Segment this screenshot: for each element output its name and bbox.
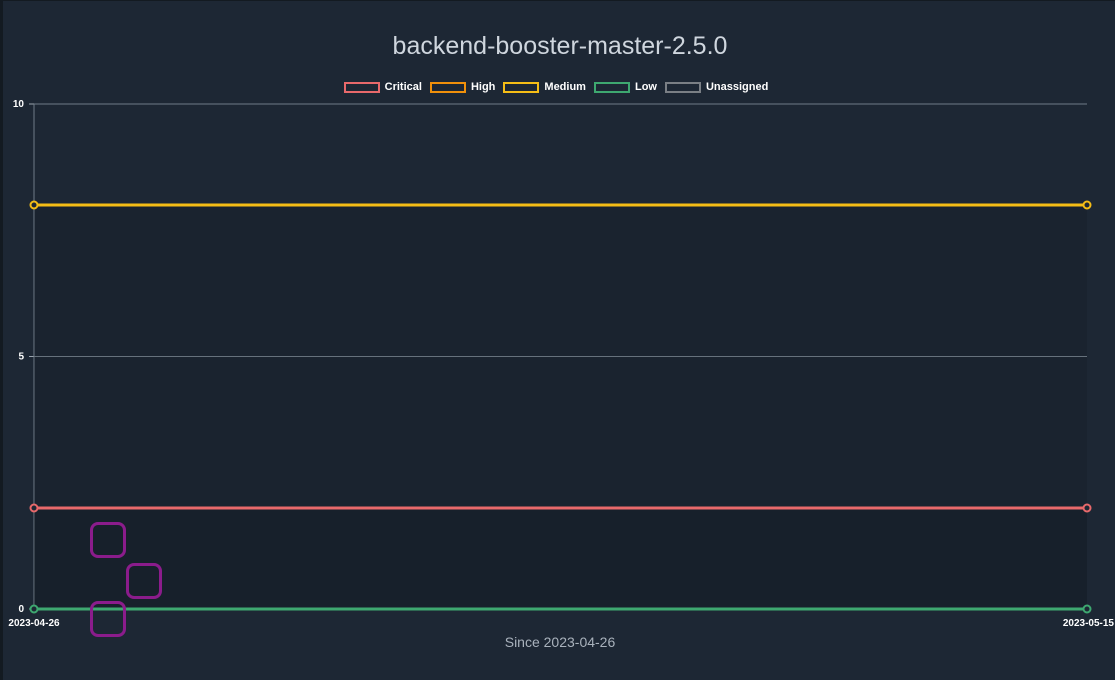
y-tick-label: 0 — [18, 604, 24, 615]
data-point-critical — [1082, 503, 1092, 513]
y-tick-label: 10 — [13, 99, 25, 110]
data-point-medium — [1082, 200, 1092, 210]
x-tick-label: 2023-05-15 — [1063, 618, 1115, 629]
data-point-medium — [29, 200, 39, 210]
highlight-marker — [90, 601, 126, 637]
series-area-medium — [34, 205, 1087, 609]
line-chart-plot: 0 5 10 2023-04-26 2023-05-15 — [8, 99, 1115, 629]
data-point-low — [1082, 604, 1092, 614]
x-tick-label: 2023-04-26 — [8, 618, 60, 629]
chart-footnote: Since 2023-04-26 — [504, 634, 616, 650]
highlight-marker — [126, 563, 162, 599]
data-point-critical — [29, 503, 39, 513]
y-tick-label: 5 — [18, 352, 24, 363]
data-point-low — [29, 604, 39, 614]
highlight-marker — [90, 522, 126, 558]
